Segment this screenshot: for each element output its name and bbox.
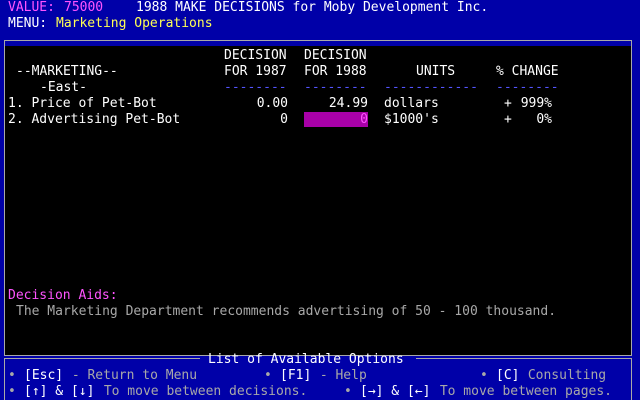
region-label: -East- — [40, 80, 87, 95]
esc-key-desc: - Return to Menu — [64, 368, 198, 383]
bullet-icon: • — [344, 384, 352, 399]
row-advertising-1987-value: 0 — [280, 112, 288, 127]
options-border-left — [4, 358, 5, 400]
row-price-sign: + — [504, 96, 512, 111]
left-right-keys-option[interactable]: [→] & [←] — [360, 384, 430, 400]
up-down-keys-option[interactable]: [↑] & [↓] — [24, 384, 94, 400]
row-price-1988-input[interactable]: 24.99 — [304, 96, 368, 112]
options-border-top-left — [4, 358, 200, 359]
decision-aids-title: Decision Aids: — [8, 288, 118, 303]
row-label-advertising: 2. Advertising Pet-Bot — [8, 112, 181, 127]
bullet-icon: • — [264, 368, 272, 383]
row-advertising-pct: 0% — [536, 112, 552, 127]
row-advertising-units: $1000's — [384, 112, 439, 127]
bullet-icon: • — [480, 368, 488, 383]
col-units-separator: ------------ — [384, 80, 478, 95]
col-1987-separator: -------- — [224, 80, 287, 95]
value-amount: 75000 — [64, 0, 104, 15]
value-label: VALUE: — [8, 0, 55, 15]
col-pct-separator: -------- — [496, 80, 559, 95]
row-label-price: 1. Price of Pet-Bot — [8, 96, 157, 111]
panel-top-border — [4, 40, 632, 46]
col-units-header: UNITS — [416, 64, 456, 79]
left-right-keys-desc: To move between pages. — [432, 384, 613, 399]
col-1988-separator: -------- — [304, 80, 367, 95]
row-price-units: dollars — [384, 96, 439, 111]
up-down-keys-desc: To move between decisions. — [96, 384, 308, 399]
col-1987-header-line2: FOR 1987 — [224, 64, 287, 79]
col-1988-header-line2: FOR 1988 — [304, 64, 367, 79]
f1-help-option[interactable]: [F1] — [280, 368, 311, 384]
f1-help-desc: - Help — [312, 368, 367, 383]
options-border-top-right — [416, 358, 632, 359]
bullet-icon: • — [8, 384, 16, 399]
menu-label: MENU: — [8, 16, 48, 31]
row-price-1987-value: 0.00 — [256, 96, 288, 111]
consulting-option[interactable]: [C] — [496, 368, 519, 384]
col-pct-change-header: % CHANGE — [496, 64, 559, 79]
esc-key-option[interactable]: [Esc] — [24, 368, 63, 384]
col-1987-header-line1: DECISION — [224, 48, 287, 63]
section-title: --MARKETING-- — [16, 64, 118, 79]
consulting-desc: Consulting — [520, 368, 607, 383]
page-title: 1988 MAKE DECISIONS for Moby Development… — [136, 0, 489, 15]
decision-aids-text: The Marketing Department recommends adve… — [16, 304, 557, 319]
row-advertising-1988-input[interactable]: 0 — [304, 112, 368, 128]
options-border-right — [631, 358, 632, 400]
menu-value: Marketing Operations — [56, 16, 213, 31]
options-title: List of Available Options — [208, 352, 404, 367]
row-advertising-sign: + — [504, 112, 512, 127]
row-price-pct: 999% — [520, 96, 552, 111]
col-1988-header-line1: DECISION — [304, 48, 367, 63]
bullet-icon: • — [8, 368, 16, 383]
